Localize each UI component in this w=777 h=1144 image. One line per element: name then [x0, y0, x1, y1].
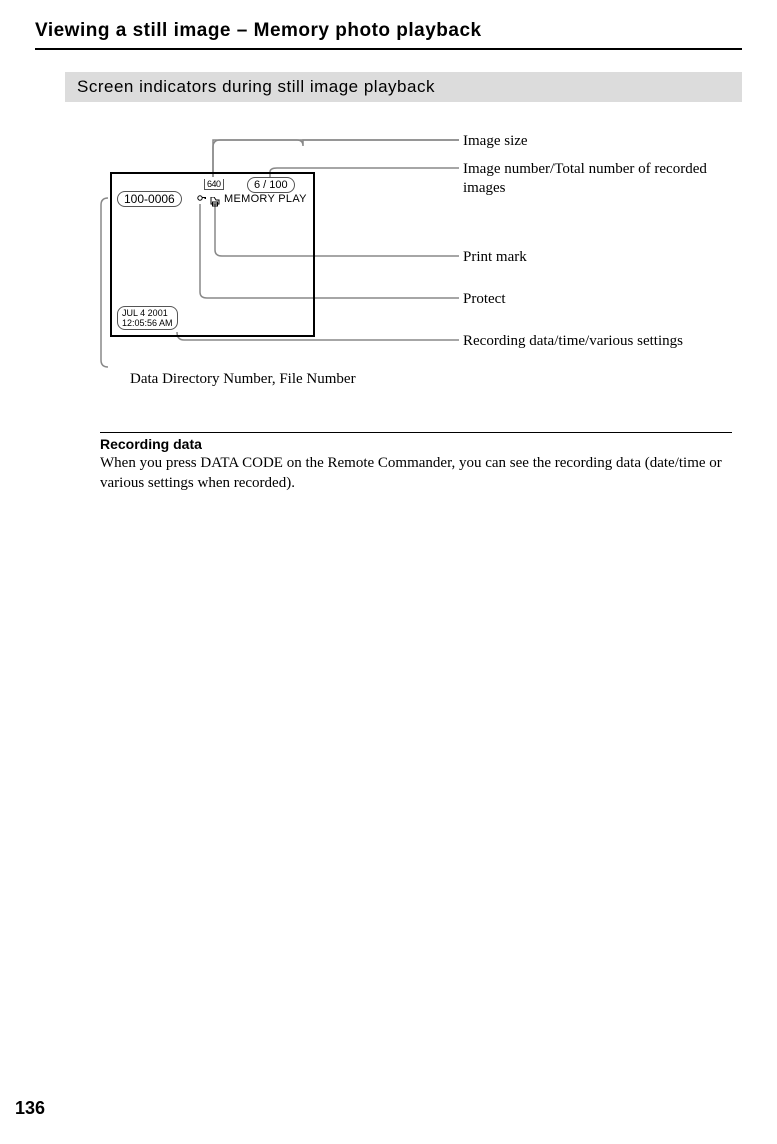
lcd-screen: 100-0006 640 6 / 100 MEMORY PLAY JUL 4 2… — [110, 172, 315, 337]
callout-print-mark: Print mark — [463, 248, 527, 267]
memory-play-text: MEMORY PLAY — [224, 193, 307, 205]
protect-key-icon — [197, 193, 207, 206]
callout-image-size: Image size — [463, 132, 528, 151]
image-size-tag: 640 — [204, 179, 224, 190]
recording-body: When you press DATA CODE on the Remote C… — [100, 454, 732, 493]
time-line: 12:05:56 AM — [122, 318, 173, 328]
page-title: Viewing a still image – Memory photo pla… — [35, 20, 742, 50]
image-count-pill: 6 / 100 — [247, 177, 295, 193]
page-number: 136 — [15, 1098, 45, 1119]
date-time-pill: JUL 4 2001 12:05:56 AM — [117, 306, 178, 330]
recording-section: Recording data When you press DATA CODE … — [100, 432, 732, 493]
callout-protect: Protect — [463, 290, 506, 309]
file-number-pill: 100-0006 — [117, 191, 182, 207]
callout-data-directory: Data Directory Number, File Number — [130, 370, 356, 389]
diagram-area: 100-0006 640 6 / 100 MEMORY PLAY JUL 4 2… — [65, 132, 742, 422]
section-rule — [100, 432, 732, 433]
print-mark-icon — [209, 194, 221, 204]
callout-recording-data: Recording data/time/various settings — [463, 332, 683, 351]
date-line: JUL 4 2001 — [122, 308, 173, 318]
section-header: Screen indicators during still image pla… — [65, 72, 742, 102]
callout-image-number: Image number/Total number of recorded im… — [463, 160, 742, 198]
recording-heading: Recording data — [100, 436, 732, 452]
